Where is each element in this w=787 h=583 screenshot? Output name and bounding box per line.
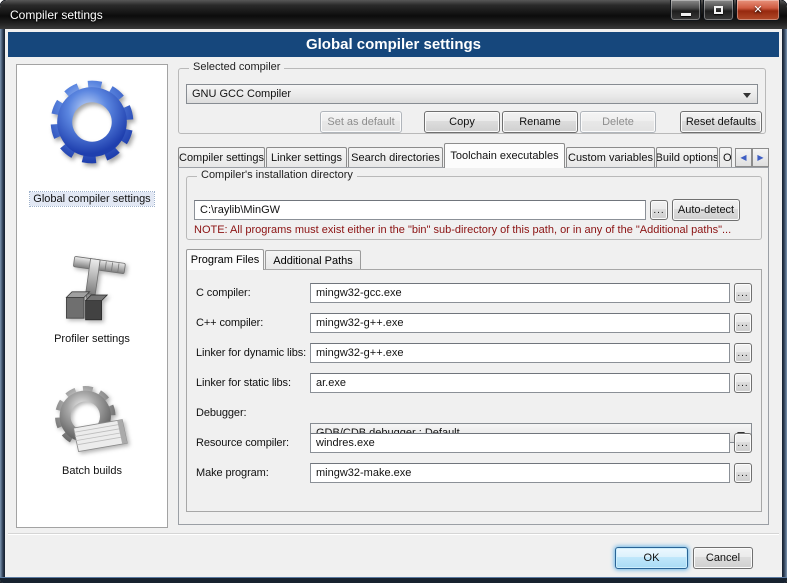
ok-button[interactable]: OK bbox=[615, 547, 688, 569]
reset-defaults-button[interactable]: Reset defaults bbox=[680, 111, 762, 133]
tab-toolchain-executables[interactable]: Toolchain executables bbox=[444, 143, 565, 168]
cpp-compiler-input[interactable]: mingw32-g++.exe bbox=[310, 313, 730, 333]
cpp-compiler-browse-button[interactable]: ... bbox=[734, 313, 752, 333]
tab-custom-variables[interactable]: Custom variables bbox=[566, 147, 655, 168]
set-as-default-button[interactable]: Set as default bbox=[320, 111, 402, 133]
gray-gear-stack-icon[interactable] bbox=[17, 381, 167, 465]
install-dir-legend: Compiler's installation directory bbox=[197, 169, 357, 181]
dynamic-linker-label: Linker for dynamic libs: bbox=[196, 347, 306, 359]
ellipsis-icon: ... bbox=[737, 468, 748, 479]
make-program-browse-button[interactable]: ... bbox=[734, 463, 752, 483]
c-compiler-label: C compiler: bbox=[196, 287, 251, 299]
window-title: Compiler settings bbox=[10, 8, 103, 22]
debugger-label: Debugger: bbox=[196, 407, 246, 419]
caliper-icon[interactable] bbox=[17, 251, 167, 331]
arrow-left-icon: ◀ bbox=[740, 153, 746, 162]
ellipsis-icon: ... bbox=[737, 348, 748, 359]
close-icon: ✕ bbox=[753, 5, 762, 16]
resource-compiler-input[interactable]: windres.exe bbox=[310, 433, 730, 453]
resource-compiler-browse-button[interactable]: ... bbox=[734, 433, 752, 453]
install-dir-browse-button[interactable]: ... bbox=[650, 200, 668, 220]
ellipsis-icon: ... bbox=[737, 438, 748, 449]
minimize-icon bbox=[681, 13, 691, 16]
rename-button[interactable]: Rename bbox=[502, 111, 578, 133]
subtab-program-files[interactable]: Program Files bbox=[186, 249, 264, 270]
compiler-settings-dialog: Compiler settings ✕ Global compiler sett… bbox=[0, 0, 787, 583]
dropdown-arrow-icon bbox=[743, 93, 751, 98]
static-linker-browse-button[interactable]: ... bbox=[734, 373, 752, 393]
dynamic-linker-browse-button[interactable]: ... bbox=[734, 343, 752, 363]
window-border-left bbox=[0, 29, 5, 577]
title-bar[interactable]: Compiler settings bbox=[0, 0, 787, 29]
ellipsis-icon: ... bbox=[653, 205, 664, 216]
make-program-input[interactable]: mingw32-make.exe bbox=[310, 463, 730, 483]
static-linker-label: Linker for static libs: bbox=[196, 377, 291, 389]
sidebar-item-profiler-settings[interactable]: Profiler settings bbox=[17, 333, 167, 345]
tab-linker-settings[interactable]: Linker settings bbox=[266, 147, 347, 168]
arrow-right-icon: ▶ bbox=[757, 153, 763, 162]
copy-button[interactable]: Copy bbox=[424, 111, 500, 133]
install-dir-input[interactable]: C:\raylib\MinGW bbox=[194, 200, 646, 220]
sidebar-item-global-compiler-settings[interactable]: Global compiler settings bbox=[17, 193, 167, 205]
install-note: NOTE: All programs must exist either in … bbox=[194, 224, 750, 236]
maximize-button[interactable] bbox=[703, 0, 734, 21]
tab-build-options[interactable]: Build options bbox=[656, 147, 718, 168]
compiler-select[interactable]: GNU GCC Compiler bbox=[186, 84, 758, 104]
minimize-button[interactable] bbox=[670, 0, 701, 21]
tab-other-settings-partial[interactable]: Other settings bbox=[719, 147, 732, 168]
static-linker-input[interactable]: ar.exe bbox=[310, 373, 730, 393]
blue-gear-icon[interactable] bbox=[17, 75, 167, 169]
c-compiler-browse-button[interactable]: ... bbox=[734, 283, 752, 303]
page-title: Global compiler settings bbox=[306, 36, 481, 53]
ellipsis-icon: ... bbox=[737, 288, 748, 299]
cancel-button[interactable]: Cancel bbox=[693, 547, 753, 569]
tab-compiler-settings[interactable]: Compiler settings bbox=[178, 147, 265, 168]
resource-compiler-label: Resource compiler: bbox=[196, 437, 289, 449]
window-border-right bbox=[782, 29, 787, 577]
sidebar-item-batch-builds[interactable]: Batch builds bbox=[17, 465, 167, 477]
tab-search-directories[interactable]: Search directories bbox=[348, 147, 443, 168]
delete-button[interactable]: Delete bbox=[580, 111, 656, 133]
ellipsis-icon: ... bbox=[737, 318, 748, 329]
footer-divider bbox=[8, 533, 779, 535]
dynamic-linker-input[interactable]: mingw32-g++.exe bbox=[310, 343, 730, 363]
settings-sidebar: Global compiler settings bbox=[16, 64, 168, 528]
auto-detect-button[interactable]: Auto-detect bbox=[672, 199, 740, 221]
make-program-label: Make program: bbox=[196, 467, 269, 479]
subtab-additional-paths[interactable]: Additional Paths bbox=[265, 250, 361, 270]
cpp-compiler-label: C++ compiler: bbox=[196, 317, 263, 329]
c-compiler-input[interactable]: mingw32-gcc.exe bbox=[310, 283, 730, 303]
tab-scroll-right-button[interactable]: ▶ bbox=[752, 148, 769, 167]
ellipsis-icon: ... bbox=[737, 378, 748, 389]
maximize-icon bbox=[714, 6, 723, 14]
header-banner: Global compiler settings bbox=[8, 32, 779, 57]
window-border-bottom bbox=[0, 577, 787, 583]
close-button[interactable]: ✕ bbox=[736, 0, 780, 21]
tab-scroll-left-button[interactable]: ◀ bbox=[735, 148, 752, 167]
selected-compiler-legend: Selected compiler bbox=[189, 61, 284, 73]
